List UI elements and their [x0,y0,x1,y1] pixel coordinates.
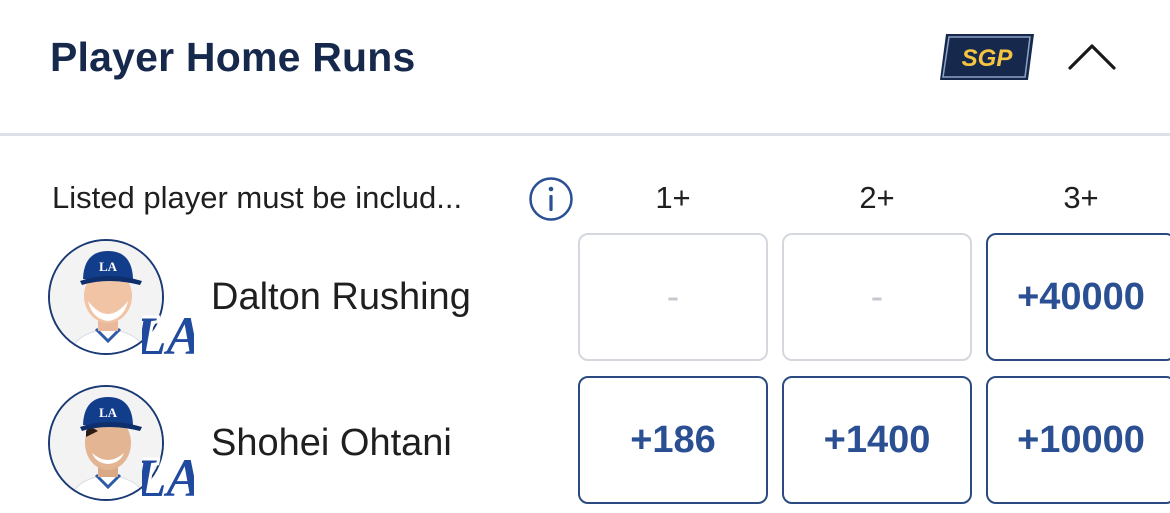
column-header-1plus: 1+ [655,180,691,215]
header-divider [0,133,1170,136]
odds-button-1plus[interactable]: +186 [578,376,768,504]
odds-button-2plus: - [782,233,972,361]
odds-button-2plus[interactable]: +1400 [782,376,972,504]
column-header-3plus: 3+ [1063,180,1099,215]
market-subheader: Listed player must be includ... [52,176,582,222]
player-name: Dalton Rushing [211,276,471,318]
odds-button-3plus[interactable]: +40000 [986,233,1170,361]
player-name: Shohei Ohtani [211,422,452,464]
sgp-badge-icon: SGP [938,32,1036,82]
chevron-up-icon [1068,44,1116,70]
odds-button-3plus[interactable]: +10000 [986,376,1170,504]
player-row: LA LA LA Shohei Ohtani +186 +1400 +10000 [0,376,1170,513]
info-icon[interactable] [528,176,574,222]
sgp-badge-text: SGP [962,45,1014,72]
team-logo-text: LA [142,448,194,504]
market-header: Player Home Runs SGP [0,0,1170,134]
collapse-button[interactable] [1062,38,1122,78]
la-dodgers-logo-icon: LA LA [129,294,205,369]
player-row: LA LA LA Dalton Rushing - - +40000 [0,232,1170,372]
odds-button-1plus: - [578,233,768,361]
team-logo-text: LA [142,306,194,362]
la-dodgers-logo-icon: LA LA [129,436,205,511]
column-header-2plus: 2+ [859,180,895,215]
svg-text:LA: LA [99,259,118,274]
subheader-text: Listed player must be includ... [52,180,463,215]
svg-text:LA: LA [99,405,118,420]
market-title: Player Home Runs [50,34,416,80]
